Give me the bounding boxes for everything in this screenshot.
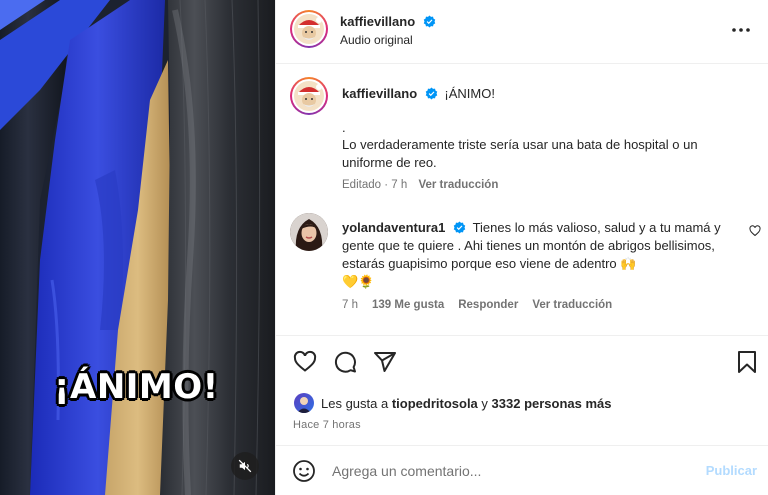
caption-username[interactable]: kaffievillano xyxy=(342,86,417,101)
comment-like-button[interactable] xyxy=(749,225,761,240)
edited-label: Editado xyxy=(342,179,382,191)
comment-composer: Publicar xyxy=(276,445,768,495)
header-username[interactable]: kaffievillano xyxy=(340,14,415,29)
audio-label[interactable]: Audio original xyxy=(340,33,413,47)
commenter-username[interactable]: yolandaventura1 xyxy=(342,220,445,235)
post-timestamp[interactable]: Hace 7 horas xyxy=(293,419,361,431)
comment-likes[interactable]: 139 Me gusta xyxy=(372,299,444,311)
share-button[interactable] xyxy=(373,350,397,377)
send-icon xyxy=(374,352,396,372)
likes-prefix: Les gusta a xyxy=(321,395,389,411)
caption-body: Lo verdaderamente triste sería usar una … xyxy=(342,137,698,170)
liker-avatar-image xyxy=(297,397,311,413)
likes-summary: Les gusta a tiopedritosola y 3332 person… xyxy=(294,393,612,413)
liker-avatar[interactable] xyxy=(294,393,314,413)
comment-reply-button[interactable]: Responder xyxy=(458,299,518,311)
caption-translate-link[interactable]: Ver traducción xyxy=(418,179,498,191)
bookmark-icon xyxy=(738,351,756,373)
comment-input[interactable] xyxy=(332,460,692,482)
comment-meta: 7 h 139 Me gusta Responder Ver traducció… xyxy=(342,299,612,311)
verified-badge-icon xyxy=(453,221,466,234)
comment-emojis: 💛🌻 xyxy=(342,274,375,289)
caption-dot: . xyxy=(342,120,346,135)
save-button[interactable] xyxy=(736,350,758,377)
speaker-muted-icon xyxy=(238,459,252,473)
author-avatar-image xyxy=(294,14,324,44)
heart-icon xyxy=(293,350,317,372)
liker-username[interactable]: tiopedritosola xyxy=(392,396,478,411)
caption-headline: ¡ÁNIMO! xyxy=(444,86,495,101)
caption-avatar-image xyxy=(294,81,324,111)
like-button[interactable] xyxy=(293,350,317,377)
video-caption-text: ¡ÁNIMO! xyxy=(54,367,219,407)
comment-bubble-icon xyxy=(334,351,356,373)
post-detail-panel: kaffievillano Audio original kaffievilla… xyxy=(275,0,768,495)
commenter-avatar[interactable] xyxy=(290,213,328,251)
comment-time[interactable]: 7 h xyxy=(342,299,358,311)
verified-badge-icon xyxy=(423,15,436,28)
comment-button[interactable] xyxy=(333,350,357,377)
commenter-avatar-image xyxy=(290,213,328,251)
mute-button[interactable] xyxy=(231,452,259,480)
comments-section: kaffievillano ¡ÁNIMO! . Lo verdaderament… xyxy=(276,65,768,335)
author-avatar[interactable] xyxy=(292,12,326,46)
likes-middle: y xyxy=(481,395,488,411)
post-actions: Les gusta a tiopedritosola y 3332 person… xyxy=(276,335,768,445)
caption-meta: Editado · 7 h Ver traducción xyxy=(342,179,499,191)
more-options-button[interactable] xyxy=(729,20,753,40)
emoji-button[interactable] xyxy=(292,459,316,486)
publish-button[interactable]: Publicar xyxy=(706,463,757,478)
more-horizontal-icon xyxy=(732,28,750,32)
caption-time[interactable]: 7 h xyxy=(391,179,407,191)
emoji-icon xyxy=(293,460,315,482)
heart-outline-icon xyxy=(749,225,761,237)
coats-image xyxy=(0,0,275,495)
comment-translate-link[interactable]: Ver traducción xyxy=(532,299,612,311)
comment-text-block: yolandaventura1 Tienes lo más valioso, s… xyxy=(342,219,734,291)
post-media-video[interactable]: ¡ÁNIMO! xyxy=(0,0,275,495)
likes-count[interactable]: 3332 personas más xyxy=(492,396,612,411)
caption-author-avatar[interactable] xyxy=(292,79,326,113)
caption-first-line: kaffievillano ¡ÁNIMO! xyxy=(342,85,495,103)
verified-badge-icon xyxy=(425,87,438,100)
post-header: kaffievillano Audio original xyxy=(276,0,768,64)
